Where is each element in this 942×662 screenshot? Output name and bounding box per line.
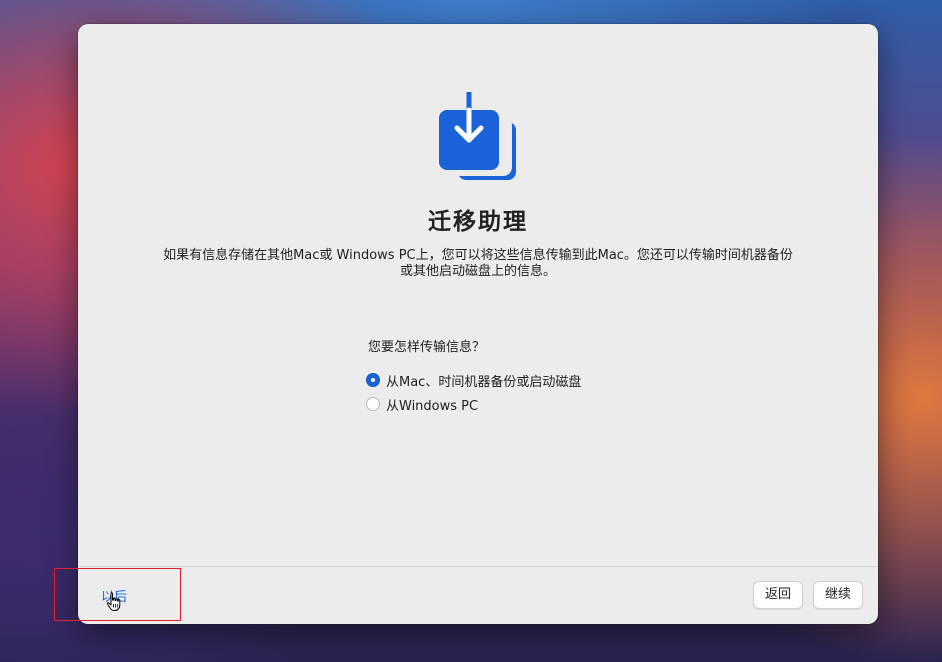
migration-assistant-icon: [439, 92, 516, 180]
option-from-mac[interactable]: 从Mac、时间机器备份或启动磁盘: [366, 371, 582, 390]
description-text: 如果有信息存储在其他Mac或 Windows PC上，您可以将这些信息传输到此M…: [163, 248, 793, 279]
radio-button-unselected[interactable]: [366, 397, 380, 411]
continue-button[interactable]: 继续: [813, 581, 863, 609]
migration-assistant-window: 迁移助理 如果有信息存储在其他Mac或 Windows PC上，您可以将这些信息…: [78, 24, 878, 624]
radio-button-selected[interactable]: [366, 373, 380, 387]
transfer-question: 您要怎样传输信息？: [368, 340, 486, 355]
option-label: 从Windows PC: [386, 398, 479, 414]
footer-divider: [78, 566, 878, 567]
option-label: 从Mac、时间机器备份或启动磁盘: [386, 374, 582, 390]
page-title: 迁移助理: [428, 209, 528, 235]
back-button[interactable]: 返回: [753, 581, 803, 609]
option-from-windows-pc[interactable]: 从Windows PC: [366, 395, 479, 414]
hand-pointer-cursor-icon: [106, 592, 121, 611]
